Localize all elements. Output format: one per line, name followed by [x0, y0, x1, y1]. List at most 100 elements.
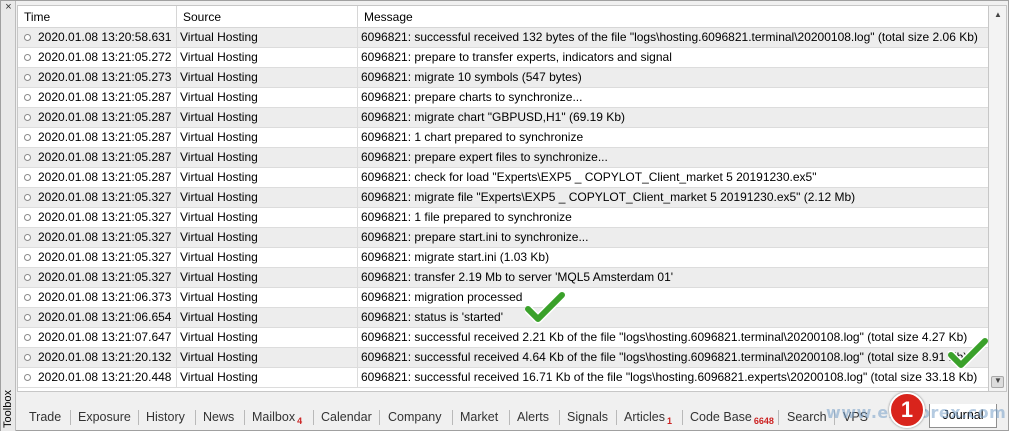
cell-message: 6096821: 1 file prepared to synchronize — [361, 210, 572, 224]
cell-source: Virtual Hosting — [177, 228, 358, 247]
table-row[interactable]: 2020.01.08 13:21:20.132 Virtual Hosting 60… — [18, 348, 988, 368]
cell-message: 6096821: migrate start.ini (1.03 Kb) — [361, 250, 550, 264]
table-header: Time Source Message — [18, 6, 988, 28]
cell-message: 6096821: check for load "Experts\EXP5 _ … — [361, 170, 817, 184]
tab-separator — [313, 410, 314, 425]
bullet-icon — [24, 94, 31, 101]
cell-message: 6096821: successful received 132 bytes o… — [361, 30, 978, 44]
tab-history[interactable]: History — [146, 407, 185, 427]
time-text: 2020.01.08 13:21:05.327 — [38, 190, 172, 204]
tab-codebase[interactable]: Code Base 6648 — [690, 407, 774, 427]
cell-message: 6096821: successful received 2.21 Kb of … — [361, 330, 968, 344]
cell-message: 6096821: migrate chart "GBPUSD,H1" (69.1… — [361, 110, 625, 124]
time-text: 2020.01.08 13:21:07.647 — [38, 330, 172, 344]
cell-message: 6096821: migrate 10 symbols (547 bytes) — [361, 70, 582, 84]
table-row[interactable]: 2020.01.08 13:20:58.631 Virtual Hosting 60… — [18, 28, 988, 48]
time-text: 2020.01.08 13:21:05.287 — [38, 90, 172, 104]
scroll-up-icon[interactable]: ▲ — [991, 8, 1005, 22]
step-marker: 1 — [889, 392, 925, 428]
table-row[interactable]: 2020.01.08 13:21:05.287 Virtual Hosting 60… — [18, 168, 988, 188]
tab-separator — [138, 410, 139, 425]
time-text: 2020.01.08 13:21:05.327 — [38, 230, 172, 244]
cell-message: 6096821: migrate file "Experts\EXP5 _ CO… — [361, 190, 856, 204]
table-row[interactable]: 2020.01.08 13:21:05.327 Virtual Hosting 60… — [18, 208, 988, 228]
cell-time: 2020.01.08 13:21:06.373 — [18, 288, 177, 307]
table-row[interactable]: 2020.01.08 13:21:05.273 Virtual Hosting 60… — [18, 68, 988, 88]
time-text: 2020.01.08 13:21:05.287 — [38, 170, 172, 184]
cell-message: 6096821: migration processed — [361, 290, 523, 304]
tab-separator — [452, 410, 453, 425]
cell-source: Virtual Hosting — [177, 248, 358, 267]
cell-source: Virtual Hosting — [177, 28, 358, 47]
cell-time: 2020.01.08 13:21:05.287 — [18, 88, 177, 107]
table-row[interactable]: 2020.01.08 13:21:05.287 Virtual Hosting 60… — [18, 128, 988, 148]
cell-message: 6096821: successful received 4.64 Kb of … — [361, 350, 968, 364]
tab-separator — [195, 410, 196, 425]
table-row[interactable]: 2020.01.08 13:21:07.647 Virtual Hosting 60… — [18, 328, 988, 348]
table-row[interactable]: 2020.01.08 13:21:05.327 Virtual Hosting 60… — [18, 228, 988, 248]
journal-table: Time Source Message 2020.01.08 13:20:58.… — [17, 5, 989, 392]
cell-time: 2020.01.08 13:21:05.272 — [18, 48, 177, 67]
cell-source: Virtual Hosting — [177, 168, 358, 187]
tab-trade[interactable]: Trade — [29, 407, 61, 427]
tab-market[interactable]: Market — [460, 407, 498, 427]
bullet-icon — [24, 314, 31, 321]
cell-source: Virtual Hosting — [177, 328, 358, 347]
time-text: 2020.01.08 13:21:06.373 — [38, 290, 172, 304]
cell-source: Virtual Hosting — [177, 188, 358, 207]
cell-message: 6096821: prepare start.ini to synchroniz… — [361, 230, 589, 244]
cell-message: 6096821: successful received 16.71 Kb of… — [361, 370, 978, 384]
tab-alerts[interactable]: Alerts — [517, 407, 549, 427]
vertical-scrollbar[interactable]: ▲ ▼ — [989, 5, 1007, 392]
table-row[interactable]: 2020.01.08 13:21:05.327 Virtual Hosting 60… — [18, 188, 988, 208]
column-time[interactable]: Time — [18, 6, 177, 28]
table-row[interactable]: 2020.01.08 13:21:06.373 Virtual Hosting 60… — [18, 288, 988, 308]
cell-time: 2020.01.08 13:21:20.448 — [18, 368, 177, 387]
cell-time: 2020.01.08 13:21:06.654 — [18, 308, 177, 327]
column-message[interactable]: Message — [358, 6, 988, 28]
cell-source: Virtual Hosting — [177, 128, 358, 147]
time-text: 2020.01.08 13:21:05.287 — [38, 110, 172, 124]
scroll-down-icon[interactable]: ▼ — [991, 374, 1005, 388]
table-row[interactable]: 2020.01.08 13:21:05.327 Virtual Hosting 60… — [18, 248, 988, 268]
table-row[interactable]: 2020.01.08 13:21:20.448 Virtual Hosting 60… — [18, 368, 988, 388]
cell-source: Virtual Hosting — [177, 68, 358, 87]
tab-separator — [682, 410, 683, 425]
cell-time: 2020.01.08 13:21:05.287 — [18, 168, 177, 187]
bullet-icon — [24, 74, 31, 81]
tab-calendar[interactable]: Calendar — [321, 407, 372, 427]
cell-time: 2020.01.08 13:21:05.327 — [18, 228, 177, 247]
cell-source: Virtual Hosting — [177, 288, 358, 307]
bullet-icon — [24, 334, 31, 341]
table-row[interactable]: 2020.01.08 13:21:05.287 Virtual Hosting 60… — [18, 108, 988, 128]
table-row[interactable]: 2020.01.08 13:21:06.654 Virtual Hosting 60… — [18, 308, 988, 328]
time-text: 2020.01.08 13:21:05.273 — [38, 70, 172, 84]
tab-separator — [559, 410, 560, 425]
tab-separator — [379, 410, 380, 425]
tab-articles[interactable]: Articles 1 — [624, 407, 672, 427]
tab-exposure[interactable]: Exposure — [78, 407, 131, 427]
column-source[interactable]: Source — [177, 6, 358, 28]
tab-separator — [778, 410, 779, 425]
time-text: 2020.01.08 13:20:58.631 — [38, 30, 172, 44]
tab-signals[interactable]: Signals — [567, 407, 608, 427]
tab-company[interactable]: Company — [388, 407, 442, 427]
tab-news[interactable]: News — [203, 407, 234, 427]
time-text: 2020.01.08 13:21:05.327 — [38, 270, 172, 284]
toolbox-label: Toolbox — [2, 390, 14, 428]
cell-time: 2020.01.08 13:21:05.327 — [18, 188, 177, 207]
table-row[interactable]: 2020.01.08 13:21:05.272 Virtual Hosting 60… — [18, 48, 988, 68]
table-row[interactable]: 2020.01.08 13:21:05.287 Virtual Hosting 60… — [18, 88, 988, 108]
table-row[interactable]: 2020.01.08 13:21:05.327 Virtual Hosting 60… — [18, 268, 988, 288]
tab-search[interactable]: Search — [787, 407, 827, 427]
cell-time: 2020.01.08 13:21:07.647 — [18, 328, 177, 347]
cell-message: 6096821: prepare to transfer experts, in… — [361, 50, 672, 64]
codebase-count-badge: 6648 — [753, 416, 774, 426]
tab-mailbox[interactable]: Mailbox 4 — [252, 407, 302, 427]
cell-time: 2020.01.08 13:21:05.287 — [18, 128, 177, 147]
toolbox-sidebar: × Toolbox — [1, 1, 16, 431]
close-icon[interactable]: × — [3, 2, 14, 13]
time-text: 2020.01.08 13:21:05.272 — [38, 50, 172, 64]
cell-source: Virtual Hosting — [177, 48, 358, 67]
table-row[interactable]: 2020.01.08 13:21:05.287 Virtual Hosting 60… — [18, 148, 988, 168]
